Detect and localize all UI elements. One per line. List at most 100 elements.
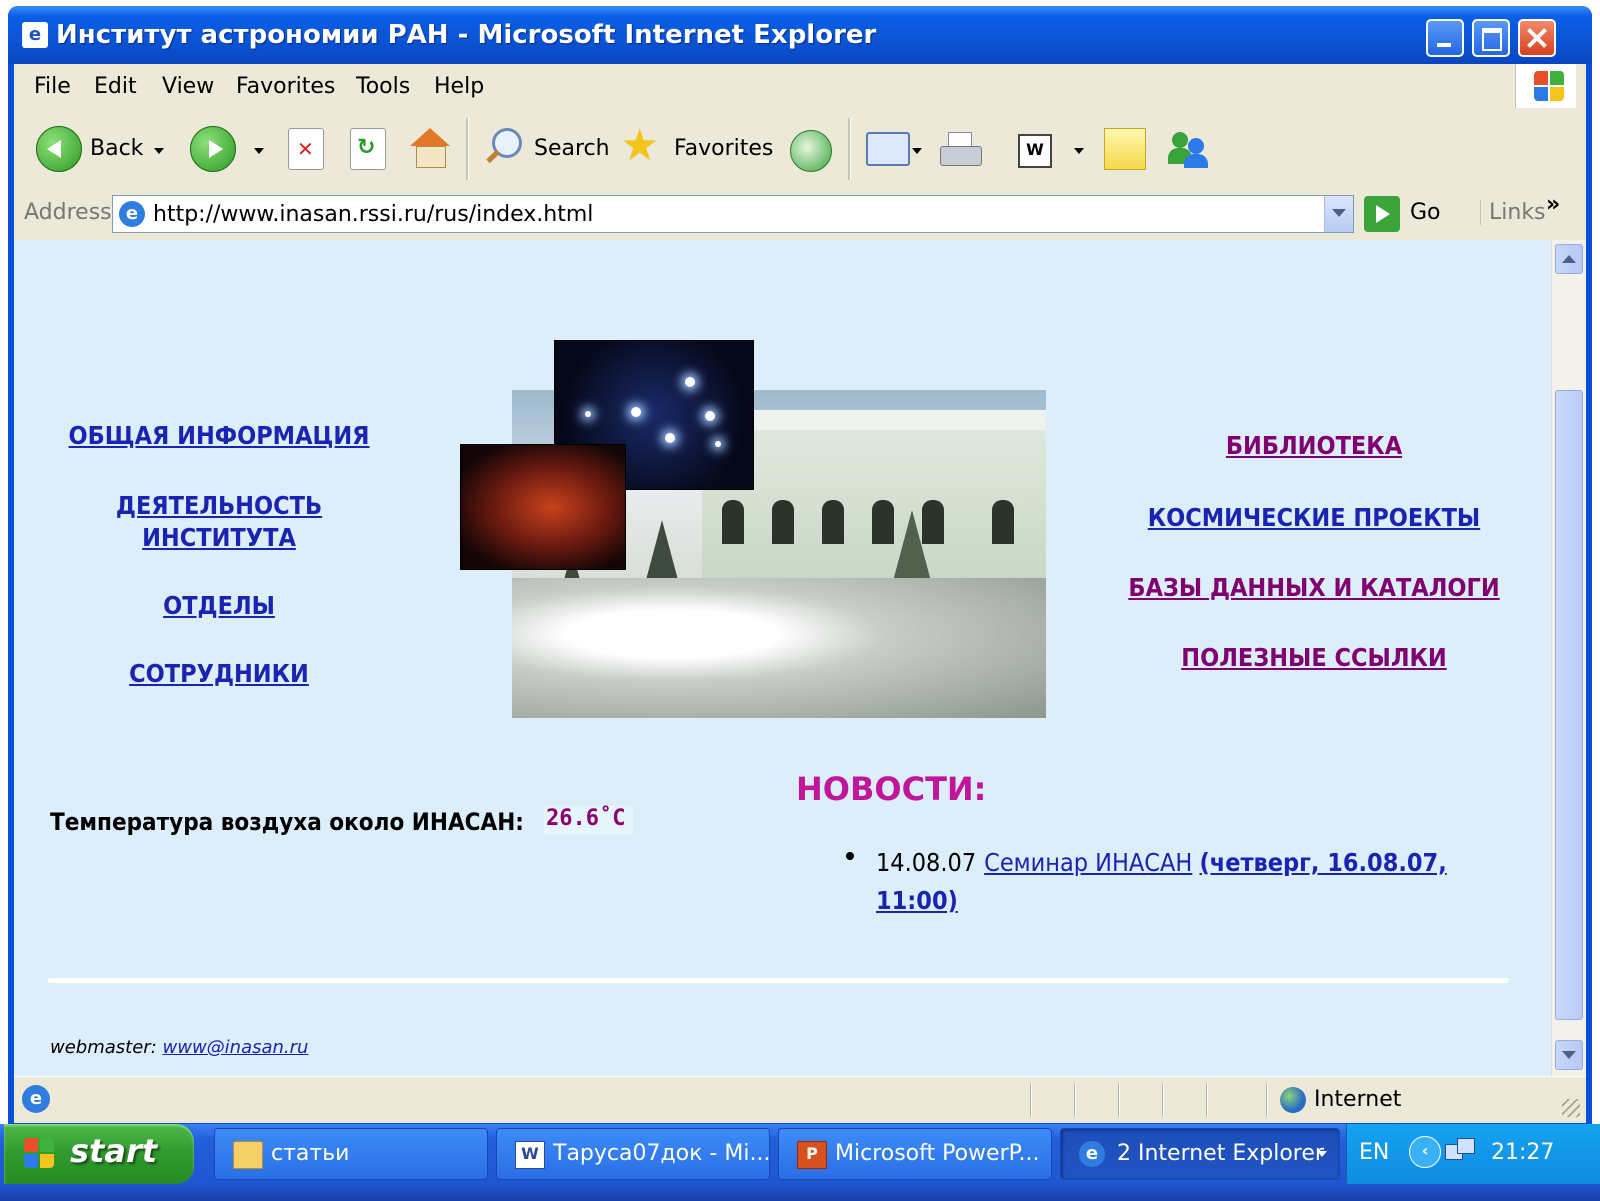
powerpoint-icon: P xyxy=(797,1141,827,1169)
mail-icon[interactable] xyxy=(866,132,910,166)
go-arrow-icon[interactable] xyxy=(1364,196,1400,232)
webmaster-line: webmaster: www@inasan.ru xyxy=(50,1037,308,1058)
vertical-scrollbar[interactable] xyxy=(1551,240,1586,1076)
maximize-button[interactable] xyxy=(1472,19,1510,57)
search-button-label[interactable]: Search xyxy=(534,136,610,161)
links-chevron-icon[interactable]: » xyxy=(1546,192,1560,217)
resize-grip[interactable] xyxy=(1562,1099,1580,1117)
taskbar-item-label: 2 Internet Explorer xyxy=(1117,1141,1324,1166)
start-label: start xyxy=(70,1132,158,1170)
news-item: 14.08.07 Семинар ИНАСАН (четверг, 16.08.0… xyxy=(876,848,1447,877)
page-ie-icon: e xyxy=(119,201,145,227)
temperature-label: Температура воздуха около ИНАСАН: xyxy=(50,808,524,836)
taskbar-item-word[interactable]: W Таруса07док - Mi... xyxy=(496,1128,770,1180)
address-bar: Address e http://www.inasan.rssi.ru/rus/… xyxy=(14,188,1586,241)
word-icon: W xyxy=(515,1141,545,1169)
clock: 21:27 xyxy=(1491,1140,1555,1165)
taskbar-item-label: Microsoft PowerP... xyxy=(835,1141,1040,1166)
refresh-icon[interactable]: ↻ xyxy=(350,128,386,170)
close-button[interactable] xyxy=(1518,19,1556,57)
scroll-up-button[interactable] xyxy=(1555,244,1583,274)
system-tray: EN ‹ 21:27 xyxy=(1346,1124,1600,1184)
nav-useful-links[interactable]: ПОЛЕЗНЫЕ ССЫЛКИ xyxy=(1164,642,1464,674)
security-zone-label: Internet xyxy=(1314,1087,1402,1112)
standard-toolbar: Back ✕ ↻ Search ★ Favorites W xyxy=(14,110,1586,189)
internet-globe-icon xyxy=(1280,1087,1306,1113)
start-button[interactable]: start xyxy=(4,1124,194,1184)
links-label[interactable]: Links xyxy=(1480,200,1546,225)
favorites-button-label[interactable]: Favorites xyxy=(674,136,773,161)
taskbar-item-folder[interactable]: статьи xyxy=(214,1128,488,1180)
home-icon[interactable] xyxy=(408,128,452,168)
news-seminar-datetime-link[interactable]: (четверг, 16.08.07, xyxy=(1199,848,1446,877)
show-hidden-icons-icon[interactable]: ‹ xyxy=(1409,1136,1441,1168)
scroll-thumb[interactable] xyxy=(1555,390,1583,1020)
search-icon[interactable] xyxy=(482,128,522,168)
back-arrow-icon[interactable] xyxy=(36,126,82,172)
horizontal-divider xyxy=(48,978,1508,983)
menu-edit[interactable]: Edit xyxy=(94,74,137,99)
news-seminar-link[interactable]: Семинар ИНАСАН xyxy=(984,848,1192,877)
back-button-label[interactable]: Back xyxy=(90,136,143,161)
title-bar[interactable]: e Институт астрономии РАН - Microsoft In… xyxy=(8,6,1592,64)
menu-help[interactable]: Help xyxy=(434,74,484,99)
messenger-icon[interactable] xyxy=(1168,130,1212,170)
menu-tools[interactable]: Tools xyxy=(356,74,410,99)
network-icon[interactable] xyxy=(1445,1138,1475,1166)
taskbar-item-internet-explorer[interactable]: e 2 Internet Explorer xyxy=(1060,1128,1340,1180)
toolbar-separator xyxy=(848,118,851,180)
language-indicator[interactable]: EN xyxy=(1359,1140,1389,1165)
ie-icon: e xyxy=(1079,1141,1105,1167)
edit-dropdown-icon[interactable] xyxy=(1074,148,1084,154)
forward-arrow-icon[interactable] xyxy=(190,126,236,172)
status-bar: e Internet xyxy=(14,1076,1586,1123)
menu-file[interactable]: File xyxy=(34,74,71,99)
scroll-down-button[interactable] xyxy=(1555,1040,1583,1070)
nav-databases-catalogs[interactable]: БАЗЫ ДАННЫХ И КАТАЛОГИ xyxy=(1116,572,1512,604)
news-seminar-time-link[interactable]: 11:00) xyxy=(876,886,958,915)
folder-icon xyxy=(233,1141,263,1169)
address-dropdown-icon[interactable] xyxy=(1324,196,1353,232)
mail-dropdown-icon[interactable] xyxy=(912,148,922,154)
forward-dropdown-icon[interactable] xyxy=(254,148,264,154)
favorites-star-icon[interactable]: ★ xyxy=(620,124,659,168)
news-heading: НОВОСТИ: xyxy=(796,770,987,808)
taskbar-item-label: Таруса07док - Mi... xyxy=(553,1141,771,1166)
windows-flag-icon xyxy=(24,1138,56,1170)
group-dropdown-icon[interactable] xyxy=(1317,1151,1327,1157)
nav-general-info[interactable]: ОБЩАЯ ИНФОРМАЦИЯ xyxy=(66,420,372,452)
news-date: 14.08.07 xyxy=(876,848,977,877)
nav-space-projects[interactable]: КОСМИЧЕСКИЕ ПРОЕКТЫ xyxy=(1134,502,1494,534)
menu-favorites[interactable]: Favorites xyxy=(236,74,335,99)
taskbar-item-powerpoint[interactable]: P Microsoft PowerP... xyxy=(778,1128,1052,1180)
address-input[interactable]: e http://www.inasan.rssi.ru/rus/index.ht… xyxy=(112,195,1354,233)
webmaster-label: webmaster: xyxy=(50,1037,157,1058)
edit-word-icon[interactable]: W xyxy=(1018,134,1052,168)
browser-window: e Институт астрономии РАН - Microsoft In… xyxy=(8,6,1592,1138)
menu-view[interactable]: View xyxy=(162,74,214,99)
toolbar-separator xyxy=(466,118,469,180)
nav-staff[interactable]: СОТРУДНИКИ xyxy=(124,658,314,690)
window-title: Институт астрономии РАН - Microsoft Inte… xyxy=(56,20,877,50)
red-nebula-image xyxy=(460,444,626,570)
webmaster-email-link[interactable]: www@inasan.ru xyxy=(163,1037,309,1058)
nav-departments[interactable]: ОТДЕЛЫ xyxy=(144,590,294,622)
minimize-button[interactable] xyxy=(1426,19,1464,57)
news-bullet xyxy=(846,852,854,860)
discuss-note-icon[interactable] xyxy=(1104,128,1146,170)
stop-icon[interactable]: ✕ xyxy=(288,128,324,170)
nav-institute-activity[interactable]: ДЕЯТЕЛЬНОСТЬ ИНСТИТУТА xyxy=(106,490,332,554)
temperature-value: 26.6˚C xyxy=(544,806,634,835)
ie-page-icon: e xyxy=(22,22,48,48)
address-label: Address xyxy=(24,200,112,225)
taskbar-item-label: статьи xyxy=(271,1141,350,1166)
history-icon[interactable] xyxy=(790,130,832,172)
address-url[interactable]: http://www.inasan.rssi.ru/rus/index.html xyxy=(153,202,593,227)
menu-bar: File Edit View Favorites Tools Help xyxy=(14,64,1586,111)
back-dropdown-icon[interactable] xyxy=(154,148,164,154)
nav-library[interactable]: БИБЛИОТЕКА xyxy=(1214,430,1414,462)
go-button-label[interactable]: Go xyxy=(1410,200,1441,225)
status-page-icon: e xyxy=(22,1085,50,1113)
taskbar: start статьи W Таруса07док - Mi... P Mic… xyxy=(0,1124,1600,1201)
print-icon[interactable] xyxy=(940,132,984,168)
